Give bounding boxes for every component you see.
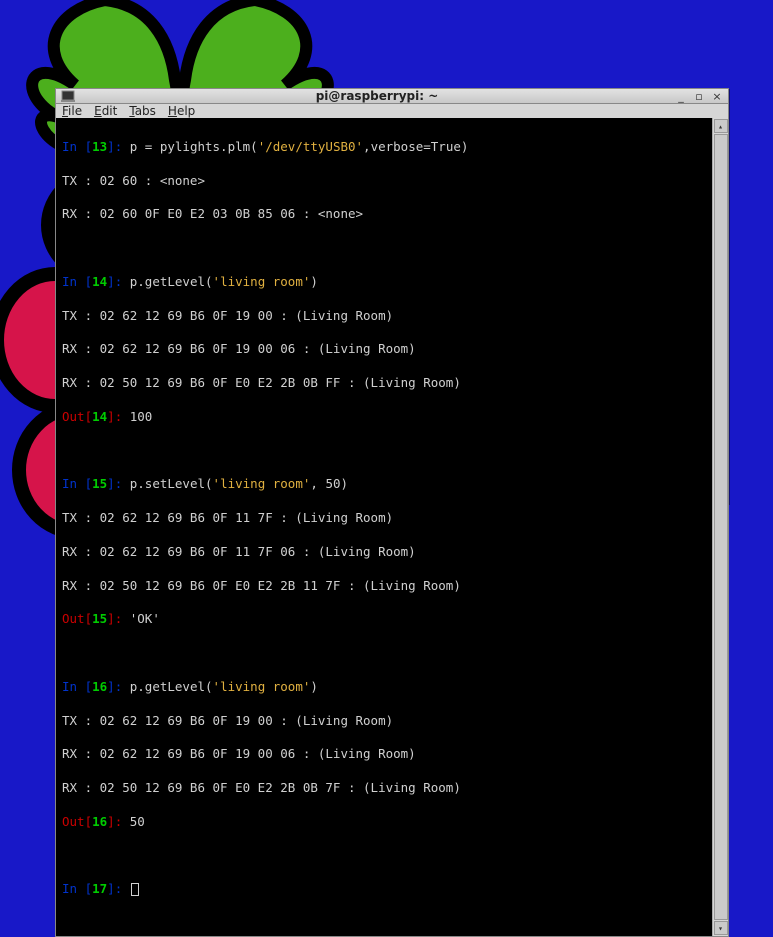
minimize-button[interactable]: _ (674, 89, 688, 103)
close-button[interactable]: × (710, 89, 724, 103)
menu-edit[interactable]: Edit (94, 104, 117, 118)
menu-tabs[interactable]: Tabs (129, 104, 156, 118)
scroll-thumb[interactable] (714, 134, 728, 920)
terminal-window: pi@raspberrypi: ~ _ ▫ × File Edit Tabs H… (55, 88, 729, 504)
scroll-down-button[interactable]: ▾ (714, 921, 728, 935)
scroll-track[interactable] (714, 134, 728, 920)
menubar: File Edit Tabs Help (55, 104, 729, 118)
scrollbar[interactable]: ▴ ▾ (712, 118, 728, 936)
scroll-up-button[interactable]: ▴ (714, 119, 728, 133)
cursor (131, 883, 139, 896)
menu-file[interactable]: File (62, 104, 82, 118)
titlebar[interactable]: pi@raspberrypi: ~ _ ▫ × (55, 88, 729, 104)
terminal-output[interactable]: In [13]: p = pylights.plm('/dev/ttyUSB0'… (56, 118, 712, 936)
window-title: pi@raspberrypi: ~ (80, 89, 674, 103)
menu-help[interactable]: Help (168, 104, 195, 118)
maximize-button[interactable]: ▫ (692, 89, 706, 103)
app-icon (60, 89, 76, 103)
